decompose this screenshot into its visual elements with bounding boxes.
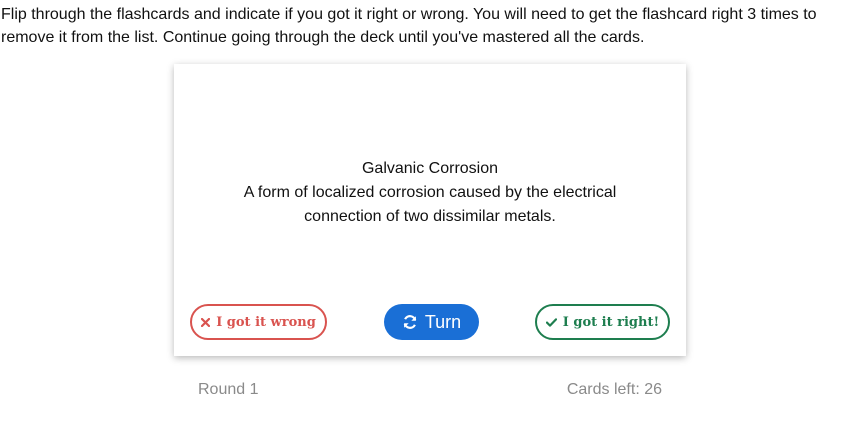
got-it-right-button[interactable]: I got it right! <box>535 304 670 340</box>
check-icon <box>545 317 557 327</box>
got-it-wrong-label: I got it wrong <box>216 314 316 330</box>
turn-button[interactable]: Turn <box>384 304 479 340</box>
card-content: Galvanic Corrosion A form of localized c… <box>214 157 646 229</box>
card-term: Galvanic Corrosion <box>361 160 499 177</box>
card-definition: A form of localized corrosion caused by … <box>243 184 617 225</box>
got-it-right-label: I got it right! <box>562 314 660 330</box>
turn-label: Turn <box>424 311 462 332</box>
cards-left-counter: Cards left: 26 <box>566 381 662 398</box>
round-indicator: Round 1 <box>198 381 259 398</box>
refresh-icon <box>402 314 418 330</box>
x-icon <box>201 317 211 327</box>
flashcard[interactable]: Galvanic Corrosion A form of localized c… <box>174 64 686 356</box>
got-it-wrong-button[interactable]: I got it wrong <box>190 304 327 340</box>
instructions-text: Flip through the flashcards and indicate… <box>1 6 817 46</box>
